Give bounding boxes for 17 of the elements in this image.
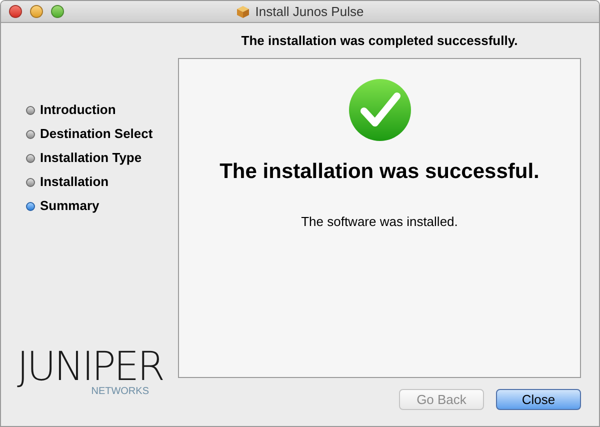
zoom-button[interactable] xyxy=(51,5,64,18)
default-button[interactable]: Close xyxy=(496,389,581,410)
result-heading: The installation was successful. xyxy=(220,159,540,185)
result-message: The software was installed. xyxy=(301,212,458,230)
checkmark-icon xyxy=(348,78,412,142)
step-label: Installation xyxy=(40,173,109,192)
logo-tagline: NETWORKS xyxy=(91,387,149,397)
minimize-button[interactable] xyxy=(30,5,43,18)
status-header: The installation was completed successfully. xyxy=(240,32,519,50)
logo-wordmark: JUNIPER xyxy=(17,347,163,387)
step-label: Summary xyxy=(40,197,100,216)
step-label: Introduction xyxy=(40,101,116,120)
close-window-button[interactable] xyxy=(9,5,22,18)
step-label: Installation Type xyxy=(40,149,142,168)
window-title: Install Junos Pulse xyxy=(255,2,364,21)
step-label: Destination Select xyxy=(40,125,153,144)
package-icon xyxy=(236,4,250,18)
